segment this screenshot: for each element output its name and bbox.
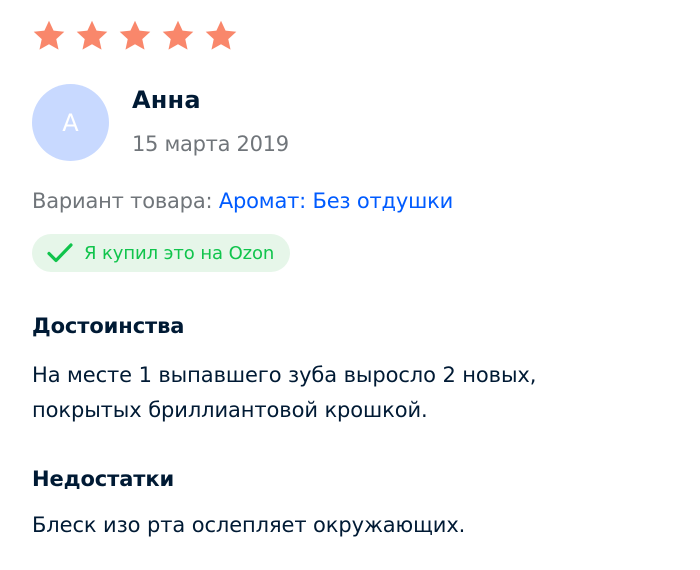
avatar-initial: А <box>62 108 79 137</box>
avatar: А <box>32 84 109 161</box>
product-variant: Вариант товара: Аромат: Без отдушки <box>32 189 453 213</box>
cons-title: Недостатки <box>32 467 175 491</box>
pros-text: На месте 1 выпавшего зуба выросло 2 новы… <box>32 363 537 422</box>
star-icon <box>76 20 108 50</box>
star-icon <box>119 20 151 50</box>
review-date: 15 марта 2019 <box>132 132 289 156</box>
star-icon <box>205 20 237 50</box>
variant-label: Вариант товара: <box>32 189 213 213</box>
star-icon <box>33 20 65 50</box>
verified-purchase-badge: Я купил это на Ozon <box>32 234 291 272</box>
cons-text: Блеск изо рта ослепляет окружающих. <box>32 513 466 537</box>
star-icon <box>162 20 194 50</box>
star-rating <box>30 18 240 54</box>
variant-value-link[interactable]: Аромат: Без отдушки <box>219 189 453 213</box>
pros-title: Достоинства <box>32 314 185 338</box>
author-name: Анна <box>132 86 201 114</box>
verified-purchase-text: Я купил это на Ozon <box>84 242 275 264</box>
checkmark-icon <box>47 243 73 263</box>
